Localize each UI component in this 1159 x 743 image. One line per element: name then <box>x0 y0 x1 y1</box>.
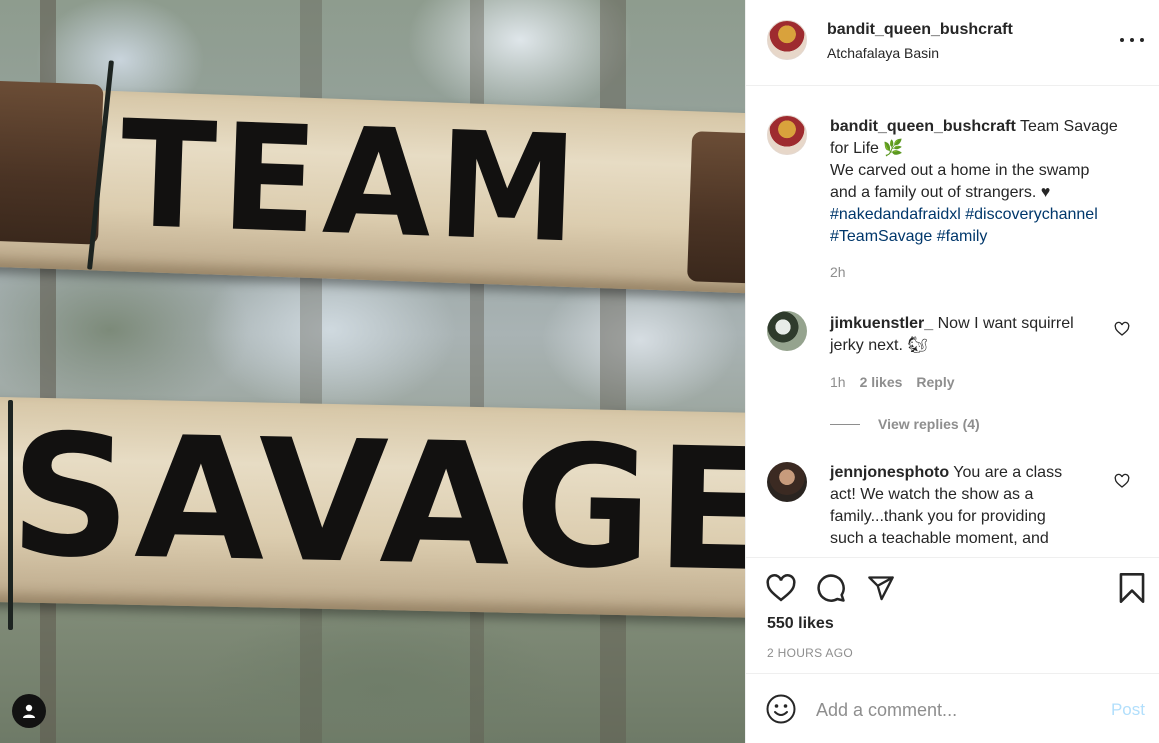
avatar[interactable] <box>767 20 807 60</box>
caption-line2: We carved out a home in the swamp and a … <box>830 162 1090 201</box>
leaf-emoji: 🌿 <box>883 140 904 157</box>
heart-icon <box>766 574 796 602</box>
divider-line <box>830 423 860 425</box>
bottom-log-text: SAVAGE <box>8 397 745 610</box>
top-log-text: TEAM <box>117 89 586 277</box>
caption-username[interactable]: bandit_queen_bushcraft <box>830 118 1016 135</box>
post-photo[interactable]: TEAM SAVAGE <box>0 0 745 743</box>
hashtag-link[interactable]: #discoverychannel <box>965 206 1098 223</box>
hashtag-link[interactable]: #nakedandafraidxl <box>830 206 961 223</box>
bottom-log: SAVAGE <box>0 396 745 619</box>
header-username[interactable]: bandit_queen_bushcraft <box>827 21 1013 39</box>
dot-icon <box>1130 38 1134 42</box>
view-replies-button[interactable]: View replies (4) <box>830 416 980 432</box>
comment-input[interactable] <box>816 696 1086 724</box>
avatar[interactable] <box>767 311 807 351</box>
like-comment-heart-icon[interactable] <box>1114 321 1130 337</box>
avatar[interactable] <box>767 115 807 155</box>
reply-button[interactable]: Reply <box>916 374 954 390</box>
comments-list[interactable]: bandit_queen_bushcraft Team Savage for L… <box>746 87 1159 557</box>
comment-username[interactable]: jimkuenstler_ <box>830 315 933 332</box>
comment-username[interactable]: jennjonesphoto <box>830 464 949 481</box>
hashtag-link[interactable]: #TeamSavage <box>830 228 932 245</box>
post-header: bandit_queen_bushcraft Atchafalaya Basin <box>746 0 1159 86</box>
comment-time[interactable]: 1h <box>830 374 846 390</box>
comment-likes[interactable]: 2 likes <box>860 374 903 390</box>
caption-meta: 2h <box>830 264 846 280</box>
caption-time[interactable]: 2h <box>830 264 846 280</box>
tagged-user-button[interactable] <box>12 694 46 728</box>
save-button[interactable] <box>1115 571 1149 605</box>
like-comment-heart-icon[interactable] <box>1114 473 1130 489</box>
post-timestamp[interactable]: 2 HOURS AGO <box>767 646 853 660</box>
share-button[interactable] <box>864 571 898 605</box>
comment-bubble-icon <box>817 574 845 602</box>
post-comment-button[interactable]: Post <box>1111 700 1145 720</box>
comment-button[interactable] <box>814 571 848 605</box>
dot-icon <box>1120 38 1124 42</box>
likes-count[interactable]: 550 likes <box>767 615 834 633</box>
dot-icon <box>1140 38 1144 42</box>
rope-binding <box>8 400 13 630</box>
paper-plane-icon <box>868 576 894 601</box>
post-side-panel: bandit_queen_bushcraft Atchafalaya Basin… <box>745 0 1159 743</box>
emoji-smiley-icon[interactable] <box>765 693 797 725</box>
top-log: TEAM <box>0 80 745 294</box>
log-bark-end <box>687 131 745 284</box>
view-replies-label: View replies (4) <box>878 416 980 432</box>
header-location[interactable]: Atchafalaya Basin <box>827 45 939 61</box>
like-button[interactable] <box>764 571 798 605</box>
user-icon <box>23 704 35 718</box>
avatar[interactable] <box>767 462 807 502</box>
caption-text: bandit_queen_bushcraft Team Savage for L… <box>830 116 1120 248</box>
log-bark-end <box>0 80 104 245</box>
post-actions: 550 likes 2 HOURS AGO <box>746 557 1159 673</box>
hashtag-link[interactable]: #family <box>937 228 988 245</box>
comment-text: jennjonesphoto You are a class act! We w… <box>830 462 1080 550</box>
bookmark-icon <box>1119 573 1145 603</box>
add-comment-bar: Post <box>746 673 1159 743</box>
comment-meta: 1h 2 likes Reply <box>830 374 955 390</box>
more-options-button[interactable] <box>1120 32 1144 48</box>
comment-text: jimkuenstler_ Now I want squirrel jerky … <box>830 313 1100 357</box>
